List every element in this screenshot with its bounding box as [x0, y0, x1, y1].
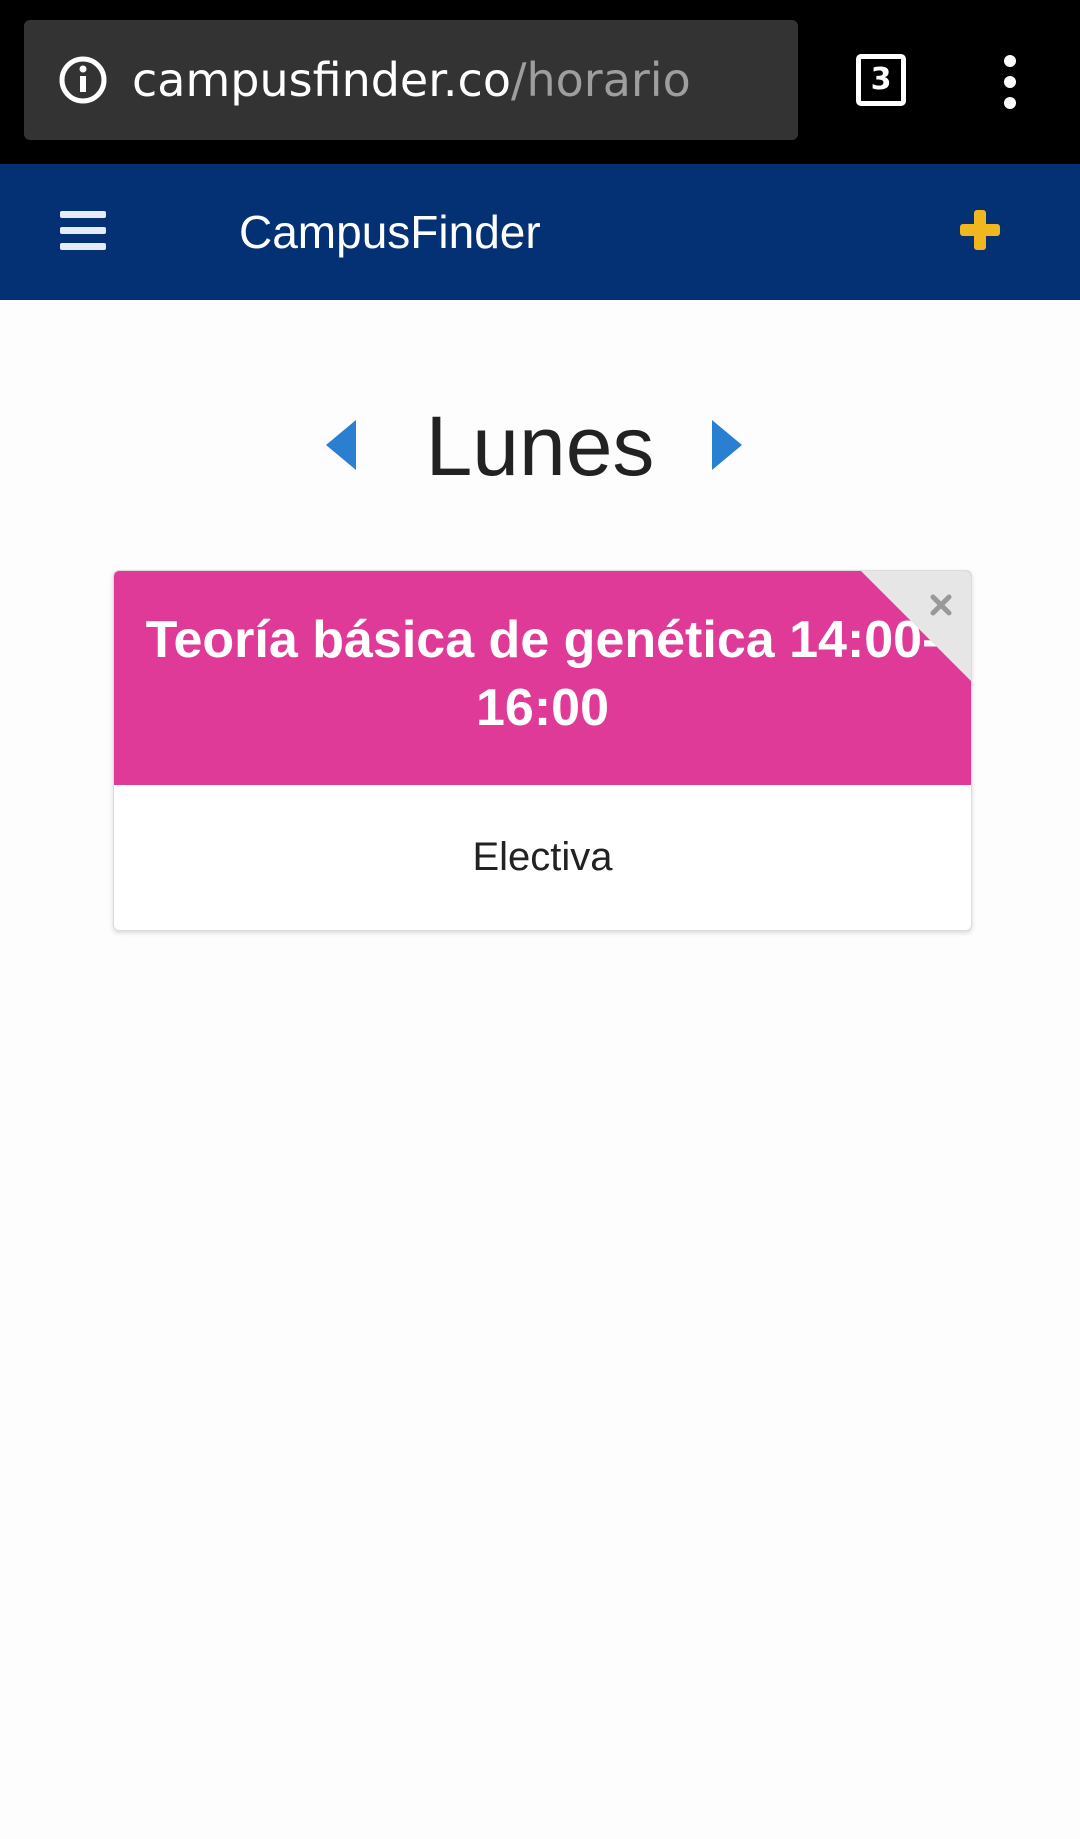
- app-header: CampusFinder: [0, 164, 1080, 300]
- brand-title[interactable]: CampusFinder: [239, 164, 541, 300]
- class-type: Electiva: [472, 835, 613, 879]
- tab-switcher-icon[interactable]: 3: [856, 54, 906, 106]
- address-bar[interactable]: campusfinder.co/horario: [24, 20, 798, 140]
- class-card[interactable]: Teoría básica de genética 14:00-16:00 El…: [113, 570, 972, 931]
- url-text[interactable]: campusfinder.co/horario: [132, 20, 691, 140]
- hamburger-icon[interactable]: [60, 211, 106, 251]
- plus-icon[interactable]: [958, 208, 1002, 252]
- class-card-header: Teoría básica de genética 14:00-16:00: [114, 571, 971, 785]
- day-navigation: Lunes: [0, 400, 1080, 500]
- info-icon[interactable]: [58, 55, 108, 105]
- day-title: Lunes: [425, 399, 655, 493]
- card-corner-fold: [861, 571, 971, 681]
- more-vert-icon[interactable]: [996, 54, 1024, 110]
- browser-toolbar: campusfinder.co/horario 3: [0, 0, 1080, 164]
- class-title: Teoría básica de genética 14:00-16:00: [145, 611, 940, 737]
- caret-left-icon[interactable]: [326, 420, 358, 470]
- url-path: /horario: [510, 53, 691, 107]
- url-domain: campusfinder.co: [132, 53, 511, 107]
- caret-right-icon[interactable]: [710, 420, 742, 470]
- close-icon[interactable]: [929, 593, 953, 617]
